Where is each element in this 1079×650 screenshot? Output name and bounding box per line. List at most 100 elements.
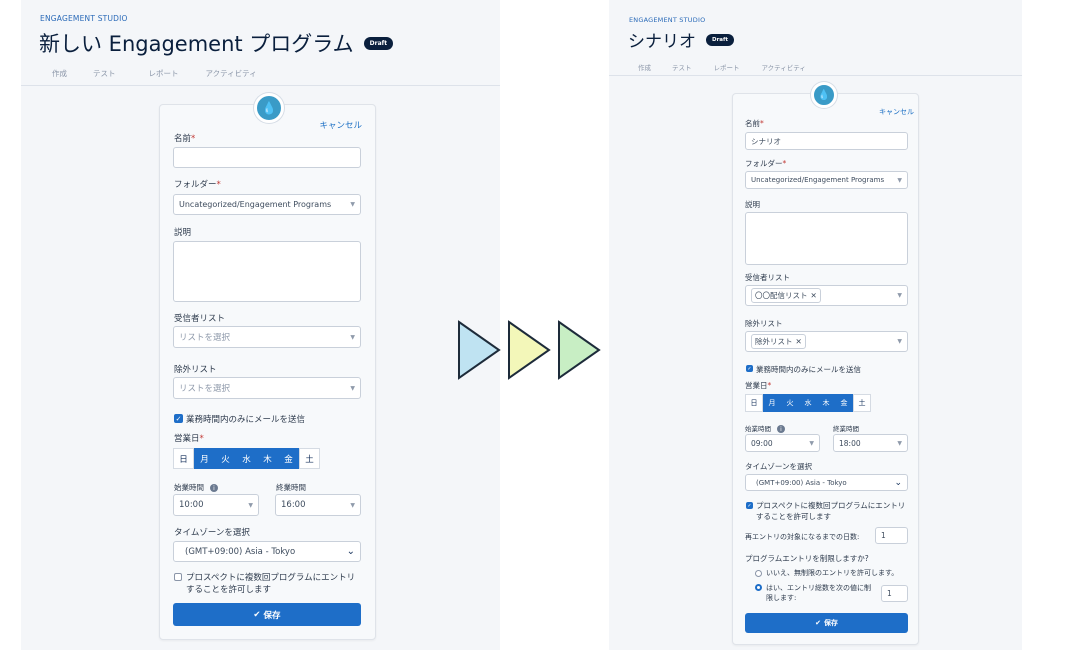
right-business-hours-label: 業務時間内のみにメールを送信 [756, 365, 861, 374]
right-limit-yes-label: はい、エントリ総数を次の値に制 限します: [766, 584, 871, 602]
right-save-button[interactable]: ✔ 保存 [745, 613, 908, 633]
right-draft-badge: Draft [706, 33, 735, 46]
left-day-mon[interactable]: 月 [194, 448, 215, 469]
left-end-label: 終業時間 [276, 483, 306, 492]
right-limit-input[interactable]: 1 [881, 585, 908, 602]
left-day-sat[interactable]: 土 [299, 448, 320, 469]
left-panel: ENGAGEMENT STUDIO 新しい Engagement プログラム D… [21, 0, 500, 650]
left-folder-select[interactable]: Uncategorized/Engagement Programs ▼ [173, 194, 361, 215]
left-day-wed[interactable]: 水 [236, 448, 257, 469]
left-save-button[interactable]: ✔ 保存 [173, 603, 361, 626]
left-desc-label: 説明 [174, 228, 192, 238]
left-page-header: ENGAGEMENT STUDIO 新しい Engagement プログラム D… [21, 0, 500, 86]
left-start-label: 始業時間 i [174, 482, 218, 493]
left-tz-select[interactable]: (GMT+09:00) Asia - Tokyo ⌄ [173, 541, 361, 562]
right-limit-no-radio[interactable] [755, 570, 762, 577]
right-business-hours-checkbox[interactable]: ✓ [746, 365, 753, 372]
right-exclusion-label: 除外リスト [745, 319, 783, 328]
right-day-sat[interactable]: 土 [853, 394, 871, 412]
left-page-title: 新しい Engagement プログラム Draft [39, 28, 394, 58]
left-business-hours-label: 業務時間内のみにメールを送信 [186, 415, 306, 425]
right-limit-label: プログラムエントリを制限しますか? [745, 554, 869, 563]
left-exclusion-label: 除外リスト [174, 365, 217, 375]
right-exclusion-pill: 除外リスト ✕ [751, 334, 806, 349]
right-save-label: 保存 [823, 619, 838, 627]
right-tz-value: (GMT+09:00) Asia - Tokyo [756, 478, 847, 487]
left-recipient-label: 受信者リスト [174, 314, 226, 324]
left-day-tue[interactable]: 火 [215, 448, 236, 469]
right-drop-icon: 💧 [811, 82, 837, 108]
right-reentry-input[interactable]: 1 [875, 527, 908, 544]
right-studio-label: ENGAGEMENT STUDIO [629, 16, 706, 24]
left-exclusion-select[interactable]: リストを選択 ▼ [173, 377, 361, 399]
arrow-icon-3 [558, 320, 601, 380]
left-studio-label: ENGAGEMENT STUDIO [40, 14, 128, 23]
right-tab-report[interactable]: レポート [714, 62, 740, 72]
right-end-caret-icon: ▼ [897, 439, 902, 447]
left-desc-textarea[interactable] [173, 241, 361, 302]
left-tab-activity[interactable]: アクティビティ [206, 68, 257, 79]
left-day-sun[interactable]: 日 [173, 448, 194, 469]
left-day-thu[interactable]: 木 [257, 448, 278, 469]
left-multi-entry-label: プロスペクトに複数回プログラムにエントリ することを許可します [186, 573, 356, 595]
right-day-tue[interactable]: 火 [781, 394, 799, 412]
right-folder-value: Uncategorized/Engagement Programs [751, 176, 885, 184]
left-tab-report[interactable]: レポート [149, 68, 179, 79]
left-tab-build[interactable]: 作成 [52, 68, 67, 79]
right-info-icon[interactable]: i [777, 425, 785, 433]
left-info-icon[interactable]: i [210, 484, 218, 492]
right-page-title: シナリオ Draft [628, 27, 735, 52]
left-tz-value: (GMT+09:00) Asia - Tokyo [185, 546, 296, 557]
right-day-thu[interactable]: 木 [817, 394, 835, 412]
left-business-hours-checkbox[interactable]: ✓ [174, 414, 183, 423]
left-recipient-select[interactable]: リストを選択 ▼ [173, 326, 361, 348]
right-program-form: 💧 キャンセル 名前* シナリオ フォルダー* Uncategorized/En… [732, 82, 919, 645]
right-title-text: シナリオ [628, 32, 696, 52]
right-save-check-icon: ✔ [815, 619, 821, 627]
right-end-select[interactable]: 18:00 ▼ [833, 434, 908, 452]
right-tz-select[interactable]: (GMT+09:00) Asia - Tokyo ⌄ [745, 474, 908, 491]
right-day-fri[interactable]: 金 [835, 394, 853, 412]
right-limit-yes-radio[interactable] [755, 584, 762, 591]
left-exclusion-placeholder: リストを選択 [179, 384, 231, 394]
left-start-caret-icon: ▼ [248, 501, 253, 509]
left-title-text: 新しい Engagement プログラム [39, 32, 354, 56]
left-start-value: 10:00 [179, 500, 204, 510]
right-tab-build[interactable]: 作成 [638, 62, 651, 72]
right-page-header: ENGAGEMENT STUDIO シナリオ Draft 作成 テスト レポート… [609, 0, 1022, 76]
left-tabs: 作成 テスト レポート アクティビティ [52, 68, 287, 79]
right-folder-select[interactable]: Uncategorized/Engagement Programs ▼ [745, 171, 908, 189]
right-recipient-remove-icon[interactable]: ✕ [811, 291, 817, 300]
right-tab-activity[interactable]: アクティビティ [762, 62, 806, 72]
arrow-icon-1 [458, 320, 501, 380]
left-folder-label: フォルダー* [174, 180, 221, 190]
right-cancel-link[interactable]: キャンセル [879, 107, 914, 117]
left-end-select[interactable]: 16:00 ▼ [275, 494, 361, 516]
right-start-select[interactable]: 09:00 ▼ [745, 434, 820, 452]
left-recipient-placeholder: リストを選択 [179, 333, 231, 343]
right-name-input[interactable]: シナリオ [745, 132, 908, 150]
left-name-label: 名前* [174, 134, 196, 144]
right-day-mon[interactable]: 月 [763, 394, 781, 412]
left-day-fri[interactable]: 金 [278, 448, 299, 469]
right-tab-test[interactable]: テスト [672, 62, 692, 72]
right-recipient-select[interactable]: 〇〇配信リスト ✕ ▼ [745, 285, 908, 306]
right-start-label: 始業時間 i [745, 423, 785, 433]
left-tab-test[interactable]: テスト [93, 68, 116, 79]
right-exclusion-remove-icon[interactable]: ✕ [796, 337, 802, 346]
left-drop-icon: 💧 [254, 93, 284, 123]
left-start-select[interactable]: 10:00 ▼ [173, 494, 259, 516]
left-cancel-link[interactable]: キャンセル [319, 119, 362, 131]
right-day-sun[interactable]: 日 [745, 394, 763, 412]
right-multi-entry-checkbox[interactable]: ✓ [746, 502, 753, 509]
left-name-input[interactable] [173, 147, 361, 168]
right-start-caret-icon: ▼ [809, 439, 814, 447]
right-exclusion-select[interactable]: 除外リスト ✕ ▼ [745, 331, 908, 352]
left-multi-entry-checkbox[interactable] [174, 573, 182, 581]
right-end-value: 18:00 [839, 438, 861, 448]
right-desc-textarea[interactable] [745, 212, 908, 265]
left-folder-caret-icon: ▼ [350, 201, 355, 208]
right-folder-caret-icon: ▼ [897, 176, 902, 184]
right-day-wed[interactable]: 水 [799, 394, 817, 412]
left-draft-badge: Draft [363, 36, 394, 50]
